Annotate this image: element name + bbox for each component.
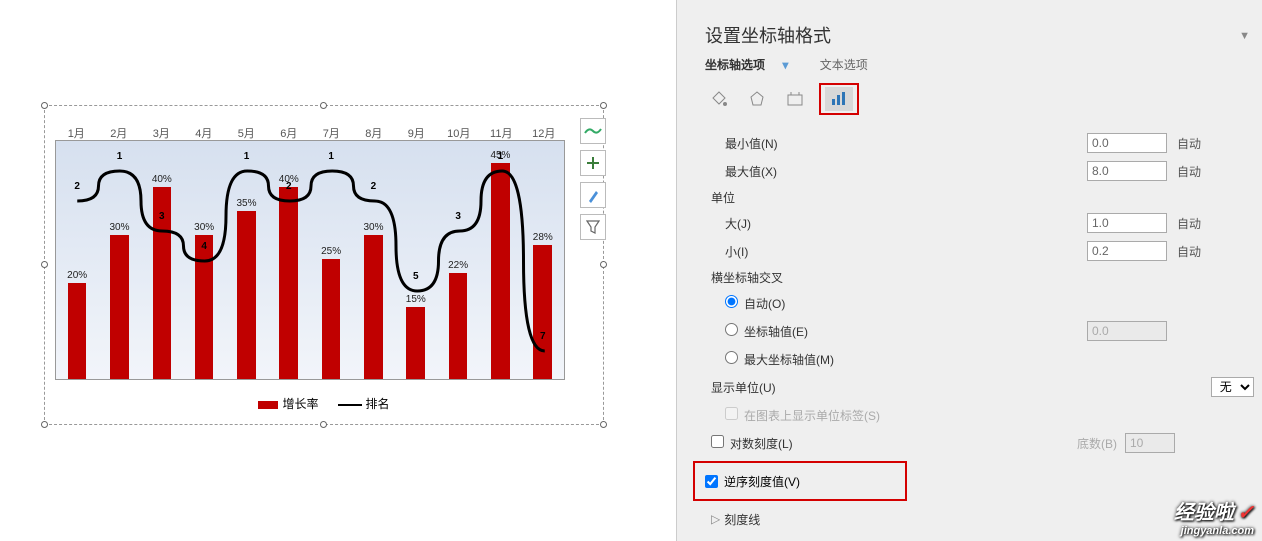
display-unit-label: 显示单位(U) (705, 379, 961, 396)
reverse-highlight: 逆序刻度值(V) (693, 461, 907, 501)
reverse-order-check[interactable] (705, 475, 718, 488)
auto-radio[interactable] (725, 295, 738, 308)
tab-text-options[interactable]: 文本选项 (820, 58, 868, 72)
max-axis-radio[interactable] (725, 351, 738, 364)
max-label: 最大值(X) (705, 163, 1087, 180)
plus-icon[interactable] (580, 150, 606, 176)
ticks-section[interactable]: ▷刻度线 (705, 507, 1254, 531)
min-input[interactable] (1087, 133, 1167, 153)
size-icon[interactable] (781, 87, 809, 111)
max-input[interactable] (1087, 161, 1167, 181)
line-style-icon[interactable] (580, 118, 606, 144)
major-input[interactable] (1087, 213, 1167, 233)
legend-swatch-bar (258, 401, 278, 409)
display-unit-select[interactable]: 无 (1211, 377, 1254, 397)
panel-icon-tabs (705, 83, 1254, 115)
minor-input[interactable] (1087, 241, 1167, 261)
effects-icon[interactable] (743, 87, 771, 111)
min-label: 最小值(N) (705, 135, 1087, 152)
legend-swatch-line (338, 404, 362, 406)
expand-icon: ▷ (711, 512, 720, 526)
collapse-icon[interactable]: ▼ (1239, 30, 1250, 42)
funnel-icon[interactable] (580, 214, 606, 240)
log-base-input (1125, 433, 1175, 453)
axis-options-icon[interactable] (825, 87, 853, 111)
chart-canvas[interactable]: 1月2月3月4月5月6月7月8月9月10月11月12月 20%230%140%3… (0, 0, 676, 541)
watermark: 经验啦 ✓ jingyanla.com (1174, 496, 1254, 537)
log-scale-check[interactable] (711, 435, 724, 448)
axis-icon-highlight (819, 83, 859, 115)
cross-section: 横坐标轴交叉 (705, 265, 1254, 289)
chart-legend: 增长率 排名 (44, 395, 604, 412)
minor-label: 小(I) (705, 243, 1087, 260)
chart-selection[interactable] (44, 105, 604, 425)
show-unit-label-check (725, 407, 738, 420)
panel-title: 设置坐标轴格式 (705, 22, 1254, 48)
axis-value-input (1087, 321, 1167, 341)
brush-icon[interactable] (580, 182, 606, 208)
unit-section: 单位 (705, 185, 1254, 209)
chart-tools (580, 118, 608, 246)
axis-value-radio[interactable] (725, 323, 738, 336)
format-axis-panel: ▼ 设置坐标轴格式 坐标轴选项 ▾ 文本选项 最小值(N)自动 最大值(X)自动… (676, 0, 1262, 541)
tab-axis-options[interactable]: 坐标轴选项 ▾ (705, 58, 802, 72)
panel-tabs: 坐标轴选项 ▾ 文本选项 (705, 56, 1254, 73)
major-label: 大(J) (705, 215, 1087, 232)
fill-icon[interactable] (705, 87, 733, 111)
